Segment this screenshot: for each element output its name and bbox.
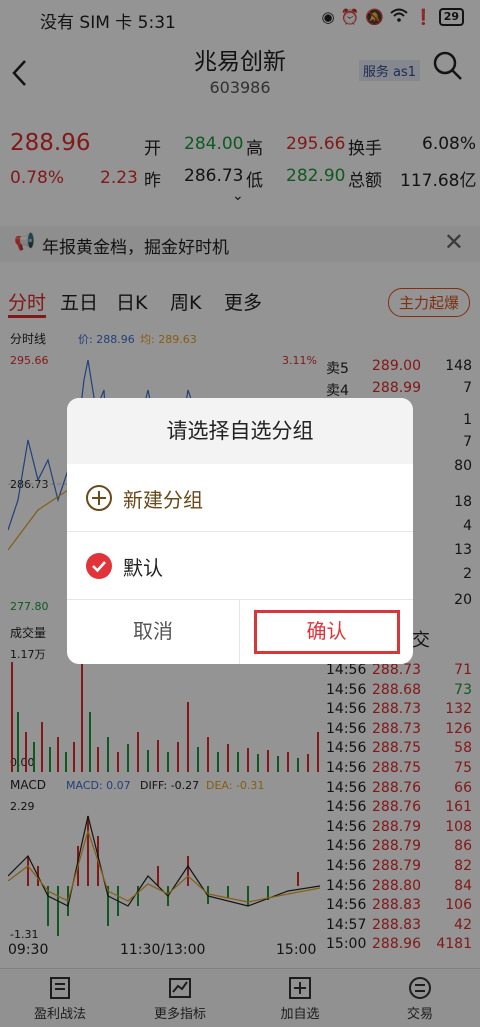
watchlist-group-dialog: 请选择自选分组 新建分组 默认 取消 确认	[67, 398, 413, 664]
default-group-label: 默认	[123, 556, 163, 580]
check-circle-icon[interactable]	[85, 552, 113, 580]
default-group-option[interactable]: 默认	[67, 532, 413, 600]
new-group-option[interactable]: 新建分组	[67, 464, 413, 532]
confirm-highlight-box	[254, 610, 400, 654]
add-circle-icon	[86, 485, 112, 511]
new-group-label: 新建分组	[123, 488, 203, 512]
cancel-button[interactable]: 取消	[67, 599, 240, 664]
dialog-title: 请选择自选分组	[67, 398, 413, 464]
